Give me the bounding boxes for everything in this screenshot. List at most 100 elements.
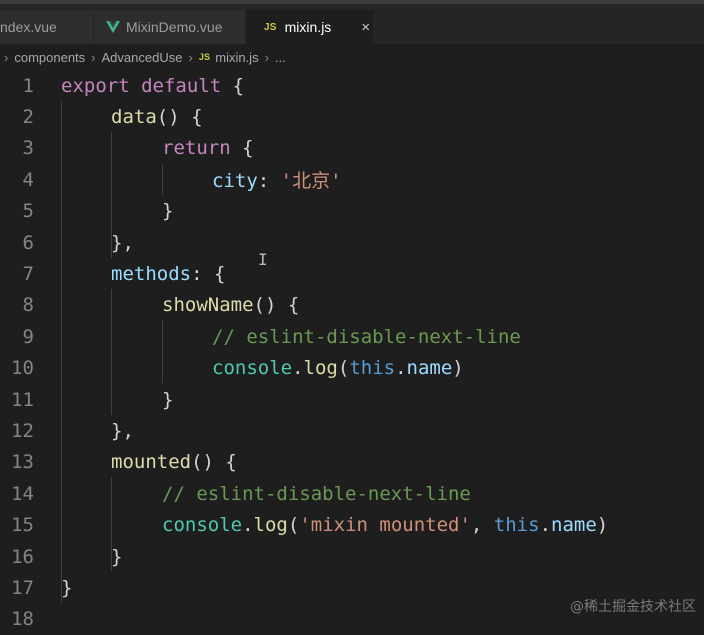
keyword-this: this	[493, 514, 540, 537]
watermark: @稀土掘金技术社区	[570, 599, 696, 615]
chevron-right-icon: ›	[264, 49, 269, 65]
line-number: 17	[11, 577, 34, 600]
function-name: mounted	[111, 451, 192, 474]
code-text: methods: {	[111, 263, 225, 285]
property-name: name	[551, 514, 597, 537]
line-number: 14	[11, 482, 34, 505]
punctuation: () {	[156, 106, 203, 129]
chevron-right-icon: ›	[188, 49, 193, 65]
line-number: 13	[11, 451, 34, 474]
vue-icon	[106, 21, 120, 33]
text-cursor-icon: I	[258, 250, 268, 269]
close-icon[interactable]: ×	[361, 19, 370, 36]
code-line: 16 }	[0, 541, 704, 572]
breadcrumb: › components › AdvancedUse › JS mixin.js…	[0, 44, 704, 70]
code-text: return {	[162, 137, 254, 159]
line-number: 18	[11, 608, 34, 631]
code-line: 9 // eslint-disable-next-line	[0, 321, 704, 352]
function-name: log	[303, 357, 338, 380]
title-strip	[0, 0, 704, 4]
line-number: 11	[11, 388, 34, 411]
line-number: 6	[22, 231, 34, 254]
tab-index-vue[interactable]: ndex.vue	[0, 10, 94, 44]
js-icon: JS	[198, 52, 211, 62]
tab-label: mixin.js	[284, 19, 332, 35]
punctuation: ,	[470, 514, 494, 537]
line-number: 15	[11, 514, 34, 537]
function-name: data	[111, 106, 157, 129]
chevron-right-icon: ›	[91, 49, 96, 65]
code-text: console.log(this.name)	[212, 357, 464, 379]
code-line: 1 export default {	[0, 70, 704, 101]
breadcrumb-more[interactable]: ...	[275, 50, 286, 65]
line-number: 12	[11, 420, 34, 443]
breadcrumb-advanceduse[interactable]: AdvancedUse	[102, 50, 183, 65]
identifier-console: console	[162, 514, 243, 537]
punctuation: :	[257, 170, 281, 193]
property-name: name	[406, 357, 453, 380]
function-name: log	[253, 514, 288, 537]
punctuation: () {	[191, 451, 237, 474]
js-icon: JS	[264, 21, 277, 33]
punctuation: .	[539, 514, 552, 537]
breadcrumb-components[interactable]: components	[14, 50, 85, 65]
punctuation: (	[287, 514, 300, 537]
code-text: city: '北京'	[212, 166, 342, 193]
punctuation: : {	[191, 263, 226, 286]
line-number: 1	[22, 74, 34, 97]
tab-bar: ndex.vue MixinDemo.vue JS mixin.js ×	[0, 0, 704, 44]
code-line: 14 // eslint-disable-next-line	[0, 478, 704, 509]
breadcrumb-mixin-js[interactable]: mixin.js	[215, 50, 258, 65]
code-text: data() {	[111, 106, 203, 128]
code-line: 8 showName() {	[0, 290, 704, 321]
line-number: 10	[11, 357, 34, 380]
line-number: 16	[11, 545, 34, 568]
punctuation: )	[452, 357, 464, 380]
tab-label: MixinDemo.vue	[126, 19, 223, 35]
property-name: methods	[111, 263, 192, 286]
function-name: showName	[162, 294, 254, 317]
line-number: 5	[22, 200, 34, 223]
code-text: },	[111, 231, 134, 254]
punctuation: .	[292, 357, 304, 380]
code-line: 4 city: '北京'	[0, 164, 704, 195]
property-name: city	[212, 170, 258, 193]
code-line: 15 console.log('mixin mounted', this.nam…	[0, 510, 704, 541]
code-line: 11 }	[0, 384, 704, 415]
punctuation: )	[596, 514, 609, 537]
tab-mixin-js[interactable]: JS mixin.js ×	[246, 10, 374, 44]
punctuation: {	[230, 137, 254, 160]
code-line: 6 },	[0, 227, 704, 258]
code-text: console.log('mixin mounted', this.name)	[162, 514, 608, 536]
string-literal: 'mixin mounted'	[299, 514, 471, 537]
code-line: 7 methods: {	[0, 258, 704, 289]
line-number: 2	[22, 106, 34, 129]
code-text: }	[162, 388, 174, 411]
tab-label: ndex.vue	[0, 19, 57, 35]
identifier-console: console	[212, 357, 293, 380]
tab-mixindemo-vue[interactable]: MixinDemo.vue	[94, 10, 246, 44]
code-text: showName() {	[162, 294, 299, 316]
code-text: export default {	[61, 75, 244, 97]
code-line: 13 mounted() {	[0, 447, 704, 478]
line-number: 3	[22, 137, 34, 160]
code-editor[interactable]: 1 export default { 2 data() { 3 return {…	[0, 70, 704, 630]
code-text: },	[111, 420, 134, 443]
chevron-right-icon: ›	[4, 49, 9, 65]
keyword-this: this	[349, 357, 396, 380]
keyword-export: export	[61, 74, 130, 97]
code-text: mounted() {	[111, 451, 237, 473]
punctuation: .	[395, 357, 407, 380]
brace: {	[232, 74, 245, 97]
line-number: 4	[22, 168, 34, 191]
punctuation: () {	[253, 294, 300, 317]
keyword-default: default	[129, 74, 233, 97]
keyword-return: return	[162, 137, 231, 160]
code-text: }	[162, 200, 174, 223]
code-comment: // eslint-disable-next-line	[212, 325, 521, 348]
line-number: 9	[22, 325, 34, 348]
code-line: 3 return {	[0, 133, 704, 164]
code-line: 12 },	[0, 415, 704, 446]
code-text: }	[111, 545, 123, 568]
code-comment: // eslint-disable-next-line	[162, 482, 471, 505]
